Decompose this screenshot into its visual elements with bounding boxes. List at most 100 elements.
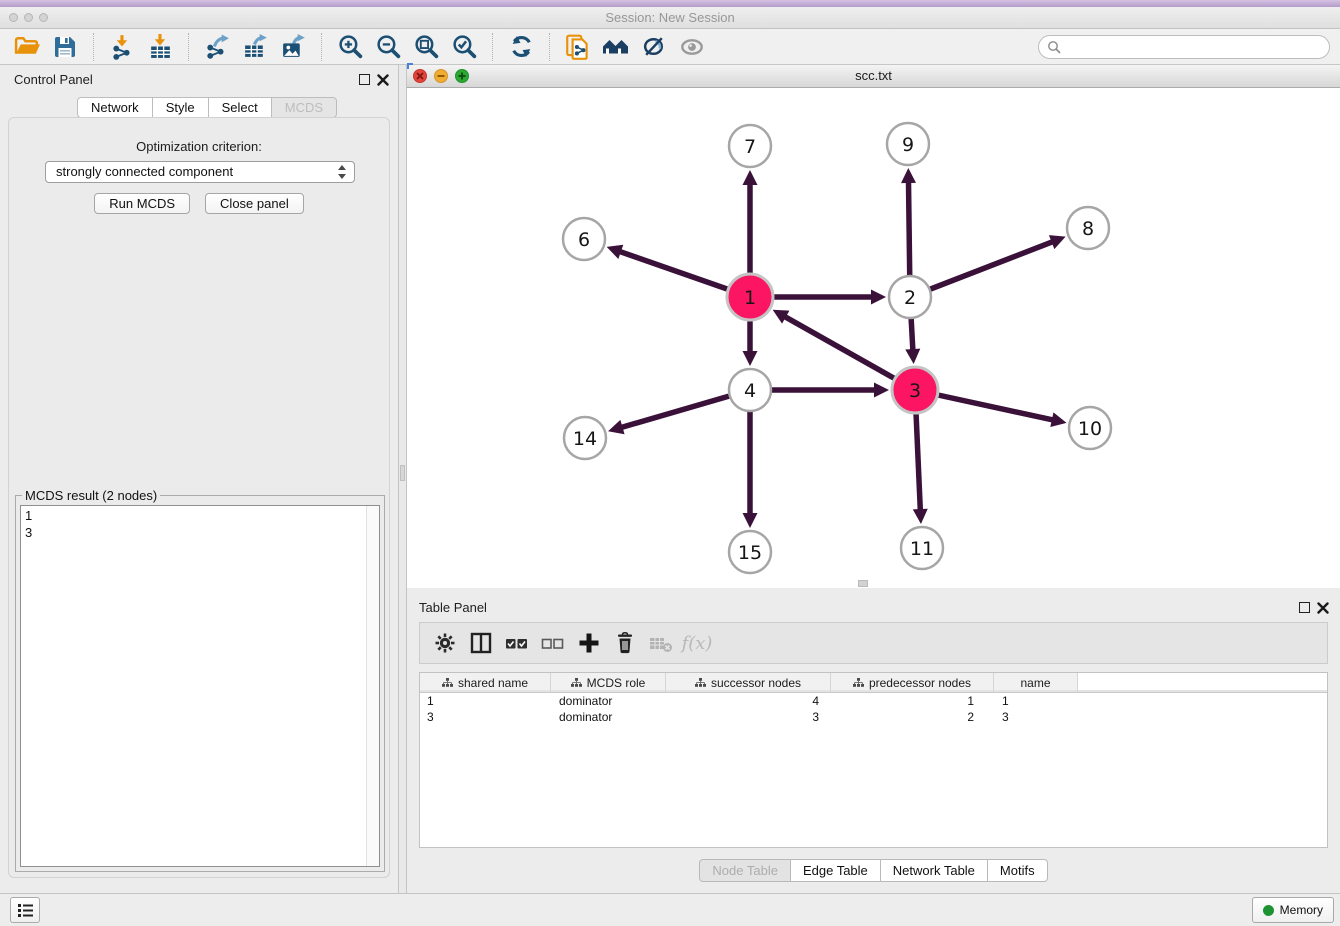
control-panel-title: Control Panel xyxy=(14,72,93,87)
column-header-mcds-role[interactable]: MCDS role xyxy=(551,673,666,693)
column-tree-icon xyxy=(442,678,453,688)
task-history-button[interactable] xyxy=(10,897,40,923)
column-view-icon[interactable] xyxy=(466,628,496,658)
select-all-icon[interactable] xyxy=(502,628,532,658)
table-cell: 1 xyxy=(994,693,1078,709)
graph-node-label: 1 xyxy=(744,287,756,309)
table-tabs: Node Table Edge Table Network Table Moti… xyxy=(407,859,1340,882)
close-panel-button[interactable]: Close panel xyxy=(205,193,304,214)
table-panel: Table Panel f(x) sh xyxy=(407,593,1340,893)
gear-icon[interactable] xyxy=(430,628,460,658)
column-tree-icon xyxy=(853,678,864,688)
tab-select[interactable]: Select xyxy=(209,97,272,118)
zoom-selected-icon[interactable] xyxy=(448,32,480,62)
graph-node-label: 2 xyxy=(904,287,916,309)
splitter-handle[interactable] xyxy=(858,580,868,587)
table-row[interactable]: 1dominator411 xyxy=(420,693,1327,709)
network-graph[interactable]: 1234678910111415 xyxy=(407,88,1340,588)
close-table-panel-icon[interactable] xyxy=(1317,602,1329,614)
tab-node-table[interactable]: Node Table xyxy=(699,859,791,882)
window-title: Session: New Session xyxy=(0,7,1340,29)
graph-node-label: 9 xyxy=(902,134,914,156)
save-icon[interactable] xyxy=(49,32,81,62)
hide-panels-icon[interactable] xyxy=(638,32,670,62)
open-folder-icon[interactable] xyxy=(11,32,43,62)
graph-edge-arrowhead xyxy=(608,420,624,434)
run-mcds-button[interactable]: Run MCDS xyxy=(94,193,190,214)
destroy-table-icon xyxy=(646,628,676,658)
network-frame-title: scc.txt xyxy=(407,65,1340,88)
column-header-shared-name[interactable]: shared name xyxy=(420,673,551,693)
graph-node-label: 15 xyxy=(738,542,762,564)
zoom-fit-icon[interactable] xyxy=(410,32,442,62)
refresh-icon[interactable] xyxy=(505,32,537,62)
graph-edge-arrowhead xyxy=(1050,412,1066,427)
graph-node-label: 7 xyxy=(744,136,756,158)
table-row[interactable]: 3dominator323 xyxy=(420,709,1327,725)
export-table-icon[interactable] xyxy=(239,32,271,62)
clone-network-icon[interactable] xyxy=(562,32,594,62)
import-table-icon[interactable] xyxy=(144,32,176,62)
show-eye-icon xyxy=(676,32,708,62)
import-network-icon[interactable] xyxy=(106,32,138,62)
search-icon xyxy=(1047,40,1062,55)
graph-node-label: 11 xyxy=(910,538,934,560)
mcds-result-fieldset: MCDS result (2 nodes) 1 3 xyxy=(15,495,385,872)
result-scrollbar[interactable] xyxy=(366,506,379,866)
mcds-result-title: MCDS result (2 nodes) xyxy=(22,488,160,503)
tab-edge-table[interactable]: Edge Table xyxy=(791,859,881,882)
toolbar-separator xyxy=(492,33,493,61)
delete-column-icon[interactable] xyxy=(610,628,640,658)
memory-status-icon xyxy=(1263,905,1274,916)
tab-style[interactable]: Style xyxy=(153,97,209,118)
toolbar-separator xyxy=(549,33,550,61)
toolbar-separator xyxy=(93,33,94,61)
graph-edge[interactable] xyxy=(910,241,1055,297)
tab-mcds[interactable]: MCDS xyxy=(272,97,337,118)
main-toolbar xyxy=(0,29,1340,65)
close-panel-icon[interactable] xyxy=(377,74,389,86)
memory-button[interactable]: Memory xyxy=(1252,897,1334,923)
splitter-grip[interactable] xyxy=(400,465,405,481)
tab-motifs[interactable]: Motifs xyxy=(988,859,1048,882)
home-icon[interactable] xyxy=(600,32,632,62)
column-header-successor-nodes[interactable]: successor nodes xyxy=(666,673,831,693)
tab-network-table[interactable]: Network Table xyxy=(881,859,988,882)
float-panel-icon[interactable] xyxy=(359,74,370,85)
table-cell: 4 xyxy=(666,693,831,709)
network-frame-titlebar[interactable]: scc.txt xyxy=(407,65,1340,88)
deselect-all-icon[interactable] xyxy=(538,628,568,658)
table-cell: dominator xyxy=(551,709,666,725)
node-table: shared name MCDS role successor nodes pr… xyxy=(419,672,1328,848)
toolbar-separator xyxy=(188,33,189,61)
control-panel: Control Panel Network Style Select MCDS … xyxy=(0,65,398,880)
tab-network[interactable]: Network xyxy=(77,97,153,118)
add-column-icon[interactable] xyxy=(574,628,604,658)
column-header-name[interactable]: name xyxy=(994,673,1078,693)
dropdown-value: strongly connected component xyxy=(56,164,233,179)
network-canvas[interactable]: 1234678910111415 xyxy=(407,88,1340,588)
mcds-result-text[interactable]: 1 3 xyxy=(20,505,380,867)
optimization-criterion-label: Optimization criterion: xyxy=(9,139,389,154)
column-tree-icon xyxy=(571,678,582,688)
table-cell: 1 xyxy=(831,693,994,709)
float-table-panel-icon[interactable] xyxy=(1299,602,1310,613)
optimization-criterion-dropdown[interactable]: strongly connected component xyxy=(45,161,355,183)
graph-node-label: 6 xyxy=(578,229,590,251)
export-network-icon[interactable] xyxy=(201,32,233,62)
vertical-splitter[interactable] xyxy=(398,65,407,893)
window-top-accent xyxy=(0,0,1340,7)
table-toolbar: f(x) xyxy=(419,622,1328,664)
node-table-body: 1dominator4113dominator323 xyxy=(420,693,1327,725)
graph-edge-arrowhead xyxy=(913,509,928,524)
zoom-out-icon[interactable] xyxy=(372,32,404,62)
graph-edge-arrowhead xyxy=(743,170,758,185)
export-image-icon[interactable] xyxy=(277,32,309,62)
graph-edge-arrowhead xyxy=(874,383,889,398)
list-icon xyxy=(17,903,34,918)
column-header-predecessor-nodes[interactable]: predecessor nodes xyxy=(831,673,994,693)
header-filler xyxy=(1078,673,1327,693)
row-filler xyxy=(1078,709,1327,725)
zoom-in-icon[interactable] xyxy=(334,32,366,62)
search-input[interactable] xyxy=(1038,35,1330,59)
